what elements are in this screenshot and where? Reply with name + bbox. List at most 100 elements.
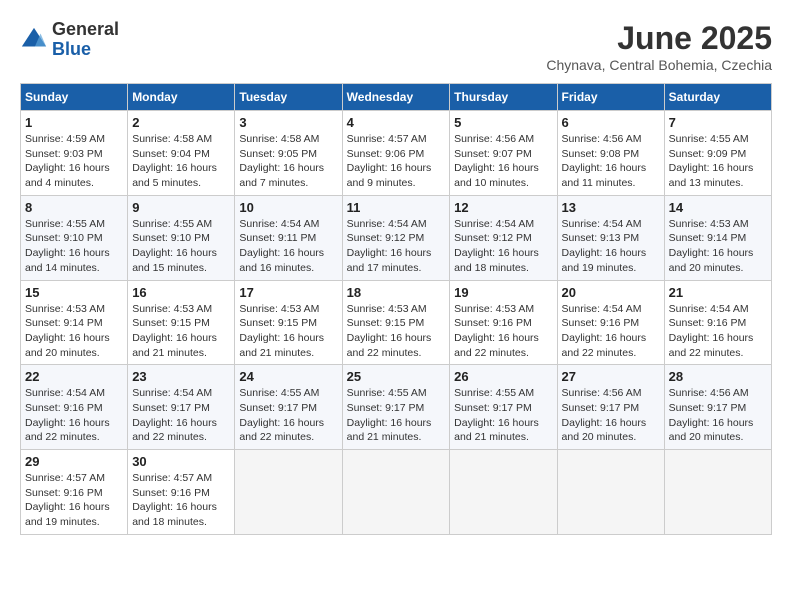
calendar-cell: 30Sunrise: 4:57 AMSunset: 9:16 PMDayligh… [128,450,235,535]
day-number: 8 [25,200,123,215]
day-info: Sunrise: 4:55 AMSunset: 9:10 PMDaylight:… [132,217,230,276]
day-info: Sunrise: 4:53 AMSunset: 9:15 PMDaylight:… [132,302,230,361]
sunrise-label: Sunrise: 4:53 AM [347,303,427,315]
sunset-label: Sunset: 9:06 PM [347,148,425,160]
sunset-label: Sunset: 9:16 PM [25,487,103,499]
day-info: Sunrise: 4:53 AMSunset: 9:14 PMDaylight:… [669,217,767,276]
calendar-week-row: 22Sunrise: 4:54 AMSunset: 9:16 PMDayligh… [21,365,772,450]
day-info: Sunrise: 4:55 AMSunset: 9:17 PMDaylight:… [239,386,337,445]
sunset-label: Sunset: 9:17 PM [454,402,532,414]
day-info: Sunrise: 4:53 AMSunset: 9:15 PMDaylight:… [239,302,337,361]
day-info: Sunrise: 4:55 AM Sunset: 9:17 PM Daylight:… [454,386,552,445]
day-number: 19 [454,285,552,300]
sunset-label: Sunset: 9:17 PM [347,402,425,414]
daylight-label: Daylight: 16 hours and 17 minutes. [347,247,432,274]
sunrise-label: Sunrise: 4:53 AM [669,218,749,230]
column-header-monday: Monday [128,84,235,111]
daylight-label: Daylight: 16 hours and 4 minutes. [25,162,110,189]
daylight-label: Daylight: 16 hours and 21 minutes. [454,417,539,444]
sunrise-label: Sunrise: 4:55 AM [25,218,105,230]
calendar-week-row: 8Sunrise: 4:55 AMSunset: 9:10 PMDaylight… [21,195,772,280]
calendar-cell: 26Sunrise: 4:55 AMSunset: 9:17 PMDayligh… [450,365,557,450]
calendar-week-row: 1Sunrise: 4:59 AMSunset: 9:03 PMDaylight… [21,111,772,196]
day-info: Sunrise: 4:54 AMSunset: 9:17 PMDaylight:… [132,386,230,445]
sunrise-label: Sunrise: 4:53 AM [239,303,319,315]
sunset-label: Sunset: 9:16 PM [454,317,532,329]
daylight-label: Daylight: 16 hours and 13 minutes. [669,162,754,189]
sunset-label: Sunset: 9:11 PM [239,232,316,244]
sunset-label: Sunset: 9:15 PM [239,317,317,329]
logo: General Blue [20,20,119,60]
sunrise-label: Sunrise: 4:57 AM [132,472,212,484]
sunrise-label: Sunrise: 4:54 AM [562,218,642,230]
sunrise-label: Sunrise: 4:58 AM [132,133,212,145]
calendar-cell [342,450,450,535]
sunset-label: Sunset: 9:10 PM [25,232,103,244]
day-number: 25 [347,369,446,384]
day-info: Sunrise: 4:53 AMSunset: 9:16 PMDaylight:… [454,302,552,361]
calendar-cell: 12Sunrise: 4:54 AMSunset: 9:12 PMDayligh… [450,195,557,280]
sunset-label: Sunset: 9:17 PM [132,402,210,414]
calendar-cell: 9Sunrise: 4:55 AMSunset: 9:10 PMDaylight… [128,195,235,280]
calendar-cell: 22Sunrise: 4:54 AMSunset: 9:16 PMDayligh… [21,365,128,450]
daylight-label: Daylight: 16 hours and 20 minutes. [669,417,754,444]
calendar-cell: 29Sunrise: 4:57 AMSunset: 9:16 PMDayligh… [21,450,128,535]
sunrise-label: Sunrise: 4:54 AM [669,303,749,315]
daylight-label: Daylight: 16 hours and 14 minutes. [25,247,110,274]
column-header-saturday: Saturday [664,84,771,111]
calendar-cell: 5Sunrise: 4:56 AMSunset: 9:07 PMDaylight… [450,111,557,196]
daylight-label: Daylight: 16 hours and 20 minutes. [25,332,110,359]
day-number: 18 [347,285,446,300]
day-info: Sunrise: 4:53 AM Sunset: 9:14 PM Daylight:… [25,302,123,361]
sunrise-label: Sunrise: 4:59 AM [25,133,105,145]
day-number: 12 [454,200,552,215]
day-info: Sunrise: 4:58 AMSunset: 9:05 PMDaylight:… [239,132,337,191]
daylight-label: Daylight: 16 hours and 22 minutes. [562,332,647,359]
day-number: 21 [669,285,767,300]
column-header-thursday: Thursday [450,84,557,111]
calendar-body: 1Sunrise: 4:59 AMSunset: 9:03 PMDaylight… [21,111,772,535]
calendar-cell: 2Sunrise: 4:58 AMSunset: 9:04 PMDaylight… [128,111,235,196]
sunset-label: Sunset: 9:07 PM [454,148,532,160]
column-header-sunday: Sunday [21,84,128,111]
title-block: June 2025 Chynava, Central Bohemia, Czec… [546,20,772,73]
day-number: 16 [132,285,230,300]
daylight-label: Daylight: 16 hours and 22 minutes. [25,417,110,444]
calendar-cell: 20Sunrise: 4:54 AMSunset: 9:16 PMDayligh… [557,280,664,365]
sunrise-label: Sunrise: 4:56 AM [562,387,642,399]
column-header-wednesday: Wednesday [342,84,450,111]
sunset-label: Sunset: 9:15 PM [347,317,425,329]
day-info: Sunrise: 4:56 AMSunset: 9:17 PMDaylight:… [669,386,767,445]
day-number: 15 [25,285,123,300]
sunset-label: Sunset: 9:14 PM [25,317,103,329]
sunset-label: Sunset: 9:17 PM [669,402,747,414]
day-number: 7 [669,115,767,130]
sunrise-label: Sunrise: 4:55 AM [454,387,534,399]
calendar-cell: 18Sunrise: 4:53 AMSunset: 9:15 PMDayligh… [342,280,450,365]
calendar-cell: 17Sunrise: 4:53 AMSunset: 9:15 PMDayligh… [235,280,342,365]
day-number: 3 [239,115,337,130]
daylight-label: Daylight: 16 hours and 19 minutes. [562,247,647,274]
calendar-cell: 13Sunrise: 4:54 AMSunset: 9:13 PMDayligh… [557,195,664,280]
sunrise-label: Sunrise: 4:56 AM [454,133,534,145]
sunrise-label: Sunrise: 4:53 AM [25,303,105,315]
sunrise-label: Sunrise: 4:54 AM [347,218,427,230]
daylight-label: Daylight: 16 hours and 11 minutes. [562,162,647,189]
day-info: Sunrise: 4:58 AMSunset: 9:04 PMDaylight:… [132,132,230,191]
sunset-label: Sunset: 9:16 PM [562,317,640,329]
calendar-cell: 3 Sunrise: 4:58 AMSunset: 9:05 PMDaylight… [235,111,342,196]
calendar-cell: 10Sunrise: 4:54 AMSunset: 9:11 PMDayligh… [235,195,342,280]
calendar-cell: 4Sunrise: 4:57 AMSunset: 9:06 PMDaylight… [342,111,450,196]
calendar-cell: 23 Sunrise: 4:54 AMSunset: 9:17 PMDayligh… [128,365,235,450]
calendar-cell: 28Sunrise: 4:56 AMSunset: 9:17 PMDayligh… [664,365,771,450]
sunrise-label: Sunrise: 4:55 AM [132,218,212,230]
sunset-label: Sunset: 9:17 PM [239,402,317,414]
day-info: Sunrise: 4:56 AMSunset: 9:17 PMDaylight:… [562,386,660,445]
calendar-cell [450,450,557,535]
sunrise-label: Sunrise: 4:55 AM [347,387,427,399]
day-info: Sunrise: 4:54 AMSunset: 9:16 PMDaylight:… [562,302,660,361]
location-subtitle: Chynava, Central Bohemia, Czechia [546,57,772,73]
calendar-cell: 25Sunrise: 4:55 AMSunset: 9:17 PMDayligh… [342,365,450,450]
day-info: Sunrise: 4:57 AMSunset: 9:06 PMDaylight:… [347,132,446,191]
day-number: 23 [132,369,230,384]
